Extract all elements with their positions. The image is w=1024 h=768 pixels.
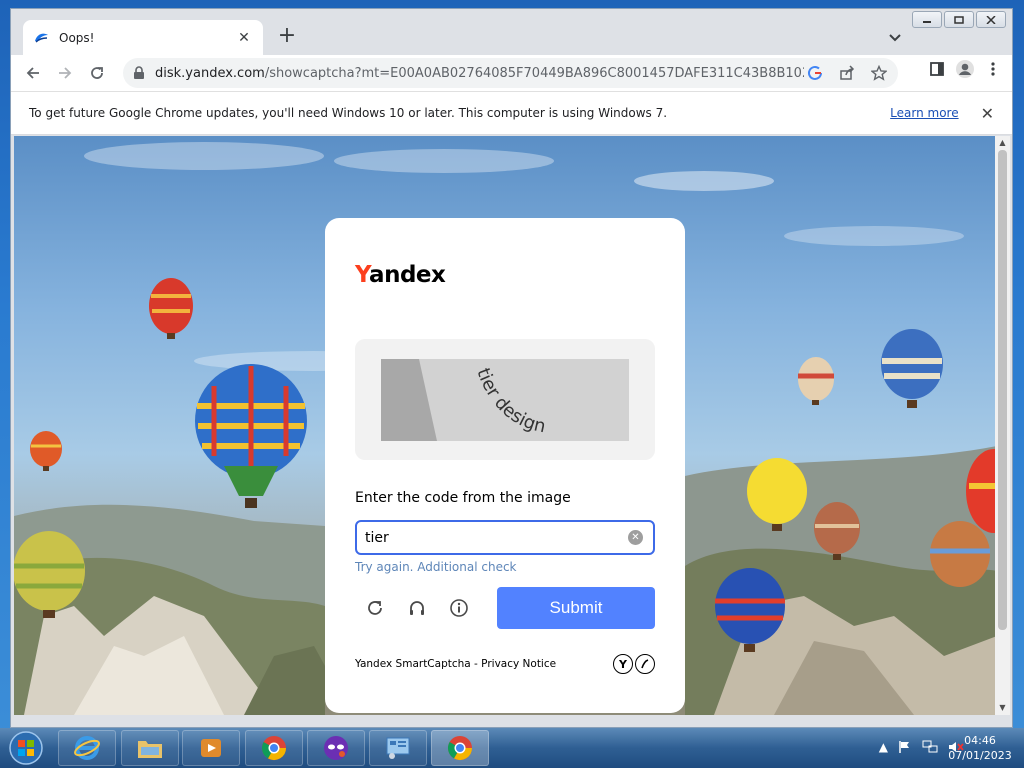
- browser-window: Oops! ✕ + disk.yandex.com/showcaptcha?mt…: [10, 8, 1013, 728]
- control-panel-icon[interactable]: [369, 730, 427, 766]
- yandex-badge-icon: Y: [613, 654, 633, 674]
- submit-button[interactable]: Submit: [497, 587, 655, 629]
- update-infobar: To get future Google Chrome updates, you…: [11, 91, 1012, 135]
- google-icon[interactable]: [804, 62, 826, 84]
- tab-strip: Oops! ✕ +: [11, 9, 1012, 55]
- mask-app-icon[interactable]: [307, 730, 365, 766]
- browser-toolbar: disk.yandex.com/showcaptcha?mt=E00A0AB02…: [11, 55, 1012, 91]
- captcha-image-panel: tier design: [355, 339, 655, 460]
- clock-time: 04:46: [964, 734, 996, 747]
- tray-show-hidden-icon[interactable]: ▲: [879, 740, 888, 757]
- omnibox-actions: [804, 62, 890, 84]
- tab-oops[interactable]: Oops! ✕: [23, 20, 263, 55]
- chrome-active-taskbar-icon[interactable]: [431, 730, 489, 766]
- more-menu-icon[interactable]: [982, 58, 1004, 80]
- forward-arrow-icon[interactable]: [49, 57, 81, 89]
- retry-hint: Try again. Additional check: [355, 560, 517, 574]
- start-orb-icon[interactable]: [4, 730, 48, 766]
- tray-flag-icon[interactable]: [898, 740, 912, 757]
- infobar-message: To get future Google Chrome updates, you…: [29, 106, 668, 120]
- url-text[interactable]: disk.yandex.com/showcaptcha?mt=E00A0AB02…: [155, 66, 804, 81]
- reload-icon[interactable]: [81, 57, 113, 89]
- media-player-icon[interactable]: [182, 730, 240, 766]
- yandex-logo: Yandex: [355, 262, 446, 288]
- captcha-prompt: Enter the code from the image: [355, 490, 571, 506]
- privacy-notice-link[interactable]: Yandex SmartCaptcha - Privacy Notice: [355, 658, 556, 670]
- side-panel-icon[interactable]: [926, 58, 948, 80]
- clear-input-icon[interactable]: ✕: [628, 530, 643, 545]
- scroll-thumb[interactable]: [998, 150, 1007, 630]
- learn-more-link[interactable]: Learn more: [890, 106, 958, 120]
- refresh-captcha-icon[interactable]: [363, 596, 387, 620]
- window-controls: [912, 11, 1006, 28]
- maximize-icon[interactable]: [944, 11, 974, 28]
- tab-title: Oops!: [59, 30, 95, 45]
- captcha-card: Yandex tier design Enter the code from t…: [325, 218, 685, 713]
- file-explorer-icon[interactable]: [121, 730, 179, 766]
- minimize-icon[interactable]: [912, 11, 942, 28]
- back-arrow-icon[interactable]: [17, 57, 49, 89]
- address-bar[interactable]: disk.yandex.com/showcaptcha?mt=E00A0AB02…: [123, 58, 898, 88]
- new-tab-plus-icon[interactable]: +: [275, 25, 299, 49]
- tab-close-icon[interactable]: ✕: [235, 30, 253, 46]
- share-icon[interactable]: [836, 62, 858, 84]
- page-viewport: Yandex tier design Enter the code from t…: [14, 136, 997, 715]
- scroll-down-arrow-icon[interactable]: ▼: [995, 701, 1010, 715]
- page-scrollbar[interactable]: ▲ ▼: [995, 136, 1010, 715]
- tray-network-icon[interactable]: [922, 740, 938, 757]
- windows-taskbar: ▲ 04:46 07/01/2023: [0, 728, 1024, 768]
- tab-search-chevron-icon[interactable]: [885, 27, 905, 47]
- smartcaptcha-badge-icon: [635, 654, 655, 674]
- smartcaptcha-logos: Y: [613, 654, 655, 674]
- toolbar-right: [926, 58, 1004, 80]
- chrome-taskbar-icon[interactable]: [245, 730, 303, 766]
- profile-avatar-icon[interactable]: [954, 58, 976, 80]
- scroll-up-arrow-icon[interactable]: ▲: [995, 136, 1010, 150]
- audio-headphones-icon[interactable]: [405, 596, 429, 620]
- url-host: disk.yandex.com: [155, 65, 265, 81]
- internet-explorer-icon[interactable]: [58, 730, 116, 766]
- bookmark-star-icon[interactable]: [868, 62, 890, 84]
- lock-icon[interactable]: [131, 65, 147, 81]
- url-path: /showcaptcha?mt=E00A0AB02764085F70449BA8…: [264, 65, 804, 81]
- clock-date: 07/01/2023: [948, 749, 1012, 762]
- infobar-close-icon[interactable]: ✕: [981, 104, 994, 123]
- info-icon[interactable]: [447, 596, 471, 620]
- close-window-icon[interactable]: [976, 11, 1006, 28]
- captcha-code-input[interactable]: [355, 520, 655, 555]
- yandex-disk-favicon-icon: [33, 30, 49, 46]
- taskbar-clock[interactable]: 04:46 07/01/2023: [940, 733, 1020, 763]
- captcha-image: tier design: [381, 359, 629, 441]
